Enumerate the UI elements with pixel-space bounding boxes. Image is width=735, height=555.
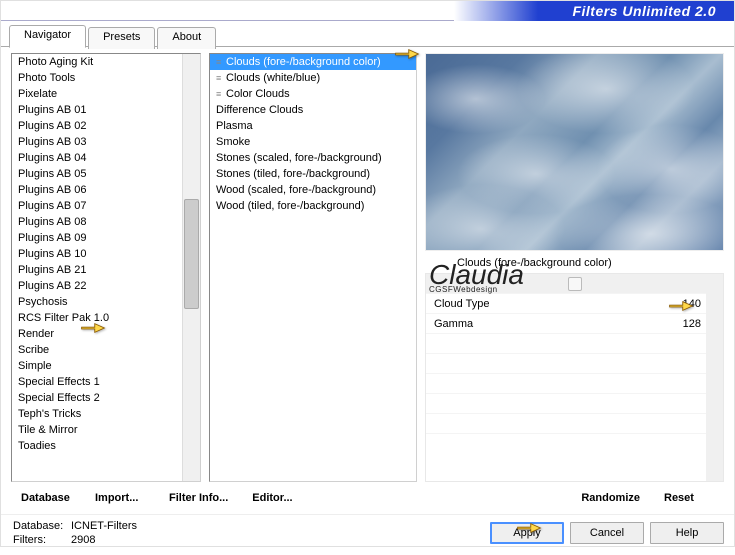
reset-button[interactable]: Reset xyxy=(654,488,724,508)
stripe-icon: ≡ xyxy=(216,73,226,83)
filter-item[interactable]: Wood (scaled, fore-/background) xyxy=(210,182,416,198)
bottom-bar: Database:ICNET-Filters Filters:2908 Appl… xyxy=(1,514,734,555)
category-column: Photo Aging KitPhoto ToolsPixelatePlugin… xyxy=(11,53,201,482)
tab-strip: NavigatorPresetsAbout xyxy=(1,25,734,47)
filter-item[interactable]: Stones (scaled, fore-/background) xyxy=(210,150,416,166)
filter-item-label: Wood (scaled, fore-/background) xyxy=(216,184,376,196)
category-item[interactable]: Plugins AB 08 xyxy=(12,214,200,230)
filter-item[interactable]: Smoke xyxy=(210,134,416,150)
dialog-buttons: Apply Cancel Help xyxy=(490,522,724,544)
category-item[interactable]: Plugins AB 02 xyxy=(12,118,200,134)
category-item[interactable]: Plugins AB 01 xyxy=(12,102,200,118)
category-item[interactable]: Simple xyxy=(12,358,200,374)
category-item[interactable]: Plugins AB 21 xyxy=(12,262,200,278)
import-button[interactable]: Import... xyxy=(85,488,155,508)
filter-item-label: Stones (scaled, fore-/background) xyxy=(216,152,382,164)
current-filter-name: Clouds (fore-/background color) xyxy=(425,251,724,271)
filter-info-button[interactable]: Filter Info... xyxy=(159,488,238,508)
tab-about[interactable]: About xyxy=(157,27,216,49)
category-item[interactable]: Plugins AB 04 xyxy=(12,150,200,166)
status-filters-value: 2908 xyxy=(71,534,95,546)
category-item[interactable]: Render xyxy=(12,326,200,342)
apply-button[interactable]: Apply xyxy=(490,522,564,544)
category-item[interactable]: Plugins AB 10 xyxy=(12,246,200,262)
filter-column: ≡Clouds (fore-/background color)≡Clouds … xyxy=(209,53,417,482)
filter-item[interactable]: ≡Clouds (fore-/background color) xyxy=(210,54,416,70)
category-list[interactable]: Photo Aging KitPhoto ToolsPixelatePlugin… xyxy=(11,53,201,482)
tab-presets[interactable]: Presets xyxy=(88,27,155,49)
status-filters-key: Filters: xyxy=(13,533,71,547)
param-row-empty xyxy=(426,414,723,434)
filter-item-label: Color Clouds xyxy=(226,88,290,100)
status-db-key: Database: xyxy=(13,519,71,533)
filter-list[interactable]: ≡Clouds (fore-/background color)≡Clouds … xyxy=(209,53,417,482)
category-item[interactable]: Teph's Tricks xyxy=(12,406,200,422)
filter-item-label: Stones (tiled, fore-/background) xyxy=(216,168,370,180)
status-db-value: ICNET-Filters xyxy=(71,520,137,532)
category-item[interactable]: Special Effects 2 xyxy=(12,390,200,406)
filter-item-label: Clouds (fore-/background color) xyxy=(226,56,381,68)
app-title: Filters Unlimited 2.0 xyxy=(572,3,716,19)
filter-item[interactable]: Wood (tiled, fore-/background) xyxy=(210,198,416,214)
category-item[interactable]: Special Effects 1 xyxy=(12,374,200,390)
filter-item[interactable]: Plasma xyxy=(210,118,416,134)
category-item[interactable]: Plugins AB 05 xyxy=(12,166,200,182)
editor-button[interactable]: Editor... xyxy=(242,488,312,508)
category-item[interactable]: Photo Aging Kit xyxy=(12,54,200,70)
category-item[interactable]: Pixelate xyxy=(12,86,200,102)
category-item[interactable]: Toadies xyxy=(12,438,200,454)
title-bar: Filters Unlimited 2.0 xyxy=(1,1,734,21)
database-button[interactable]: Database xyxy=(11,488,81,508)
parameter-panel: Cloud Type140Gamma128 xyxy=(425,273,724,482)
preview-column: Clouds (fore-/background color) Cloud Ty… xyxy=(425,53,724,482)
filter-item[interactable]: Difference Clouds xyxy=(210,102,416,118)
stripe-icon: ≡ xyxy=(216,89,226,99)
category-item[interactable]: Plugins AB 22 xyxy=(12,278,200,294)
filter-item[interactable]: ≡Color Clouds xyxy=(210,86,416,102)
slider-thumb-icon xyxy=(568,277,582,291)
filter-item-label: Wood (tiled, fore-/background) xyxy=(216,200,364,212)
param-row-empty xyxy=(426,394,723,414)
category-item[interactable]: RCS Filter Pak 1.0 xyxy=(12,310,200,326)
param-label: Gamma xyxy=(434,318,669,330)
category-item[interactable]: Scribe xyxy=(12,342,200,358)
param-label: Cloud Type xyxy=(434,298,669,310)
status-text: Database:ICNET-Filters Filters:2908 xyxy=(13,519,137,547)
category-item[interactable]: Plugins AB 03 xyxy=(12,134,200,150)
category-item[interactable]: Plugins AB 07 xyxy=(12,198,200,214)
filter-item-label: Smoke xyxy=(216,136,250,148)
param-value: 140 xyxy=(669,298,701,310)
filter-item[interactable]: Stones (tiled, fore-/background) xyxy=(210,166,416,182)
title-banner: Filters Unlimited 2.0 xyxy=(454,1,734,21)
preview-image xyxy=(425,53,724,251)
filter-item-label: Difference Clouds xyxy=(216,104,303,116)
param-row[interactable]: Gamma128 xyxy=(426,314,723,334)
filter-item-label: Plasma xyxy=(216,120,253,132)
category-item[interactable]: Plugins AB 09 xyxy=(12,230,200,246)
scrollbar-thumb[interactable] xyxy=(184,199,199,309)
category-item[interactable]: Plugins AB 06 xyxy=(12,182,200,198)
randomize-button[interactable]: Randomize xyxy=(571,488,650,508)
param-value: 128 xyxy=(669,318,701,330)
param-row-empty xyxy=(426,374,723,394)
category-item[interactable]: Psychosis xyxy=(12,294,200,310)
filter-item-label: Clouds (white/blue) xyxy=(226,72,320,84)
cancel-button[interactable]: Cancel xyxy=(570,522,644,544)
stripe-icon: ≡ xyxy=(216,57,226,67)
tab-navigator[interactable]: Navigator xyxy=(9,25,86,48)
main-content: Photo Aging KitPhoto ToolsPixelatePlugin… xyxy=(1,46,734,482)
param-row-empty xyxy=(426,354,723,374)
filter-item[interactable]: ≡Clouds (white/blue) xyxy=(210,70,416,86)
category-item[interactable]: Tile & Mirror xyxy=(12,422,200,438)
category-item[interactable]: Photo Tools xyxy=(12,70,200,86)
param-row[interactable]: Cloud Type140 xyxy=(426,294,723,314)
param-header xyxy=(426,274,723,294)
toolbar-row: Database Import... Filter Info... Editor… xyxy=(1,482,734,514)
param-row-empty xyxy=(426,334,723,354)
help-button[interactable]: Help xyxy=(650,522,724,544)
